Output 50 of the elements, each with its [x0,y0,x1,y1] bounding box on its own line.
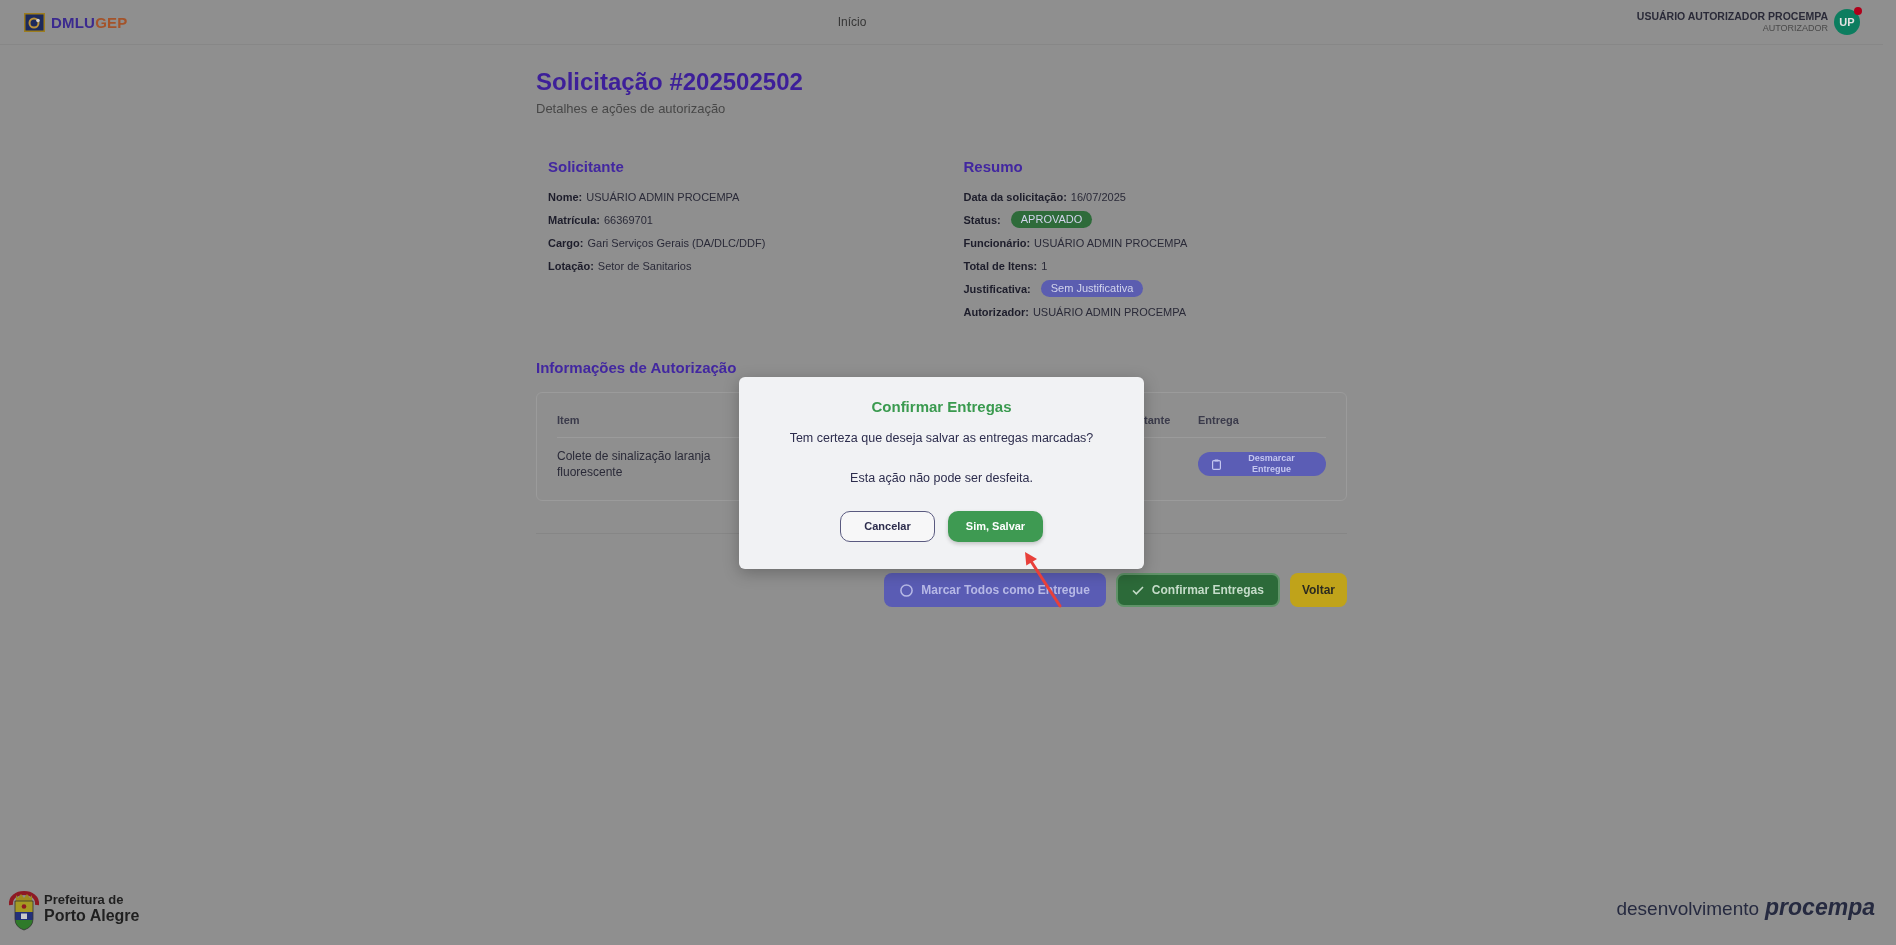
field-value: 66369701 [603,213,653,226]
back-button[interactable]: Voltar [1289,573,1347,607]
dialog-message: Tem certeza que deseja salvar as entregas marcadas? [789,429,1094,446]
user-avatar[interactable]: UP [1834,9,1860,35]
field-label: Justificativa: [963,282,1031,295]
field-value: 1 [1041,259,1048,272]
column-header: Item [557,413,581,427]
table-cell-text: Colete de sinalização laranja fluorescente [557,448,712,480]
status-badge: Sem Justificativa [1040,280,1144,297]
confirm-button[interactable]: Confirmar Entregas [1115,573,1280,607]
status-badge: APROVADO [1010,211,1093,228]
field-label: Data da solicitação: [963,190,1067,203]
user-role: AUTORIZADOR [1762,23,1828,34]
field-label: Cargo: [548,236,584,249]
page-subtitle: Detalhes e ações de autorização [536,101,727,116]
page-title: Solicitação #202502502 [536,68,804,96]
save-button[interactable]: Sim, Salvar [948,510,1043,542]
section-title: Resumo [963,158,1024,176]
field-label: Lotação: [548,259,594,272]
field-label: Matrícula: [548,213,600,226]
credit-text: desenvolvimento [1616,898,1760,920]
brand-logo-icon [24,12,45,32]
field-label: Total de Itens: [963,259,1038,272]
cancel-button[interactable]: Cancelar [840,510,935,542]
circle-icon [900,583,914,597]
check-icon [1131,585,1144,595]
section-title: Informações de Autorização [536,359,738,377]
clipboard-icon [1212,458,1221,470]
company-name: procempa [1765,894,1875,921]
field-value: USUÁRIO ADMIN PROCEMPA [1034,236,1188,249]
field-value: USUÁRIO ADMIN PROCEMPA [1032,305,1187,318]
section-title: Solicitante [548,158,625,176]
field-label: Funcionário: [963,236,1031,249]
field-label: Nome: [548,190,583,203]
user-name: USUÁRIO AUTORIZADOR PROCEMPA [1636,10,1828,23]
nav-link[interactable]: Início [837,15,867,29]
field-label: Autorizador: [963,305,1029,318]
field-value: Setor de Sanitarios [597,259,692,272]
field-value: 16/07/2025 [1070,190,1126,203]
unmark-delivered-button[interactable]: Desmarcar Entregue [1198,452,1326,476]
city-name: Prefeitura de [44,892,125,907]
app-name: DMLUGEP [51,13,128,31]
field-value: Gari Serviços Gerais (DA/DLC/DDF) [587,236,766,249]
field-value: USUÁRIO ADMIN PROCEMPA [586,190,740,203]
dialog-title: Confirmar Entregas [871,397,1012,416]
city-name: Porto Alegre [44,906,140,924]
field-label: Status: [963,213,1001,226]
column-header: tante [1144,413,1172,427]
dialog-note: Esta ação não pode ser desfeita. [850,469,1033,486]
column-header: Entrega [1198,413,1240,427]
